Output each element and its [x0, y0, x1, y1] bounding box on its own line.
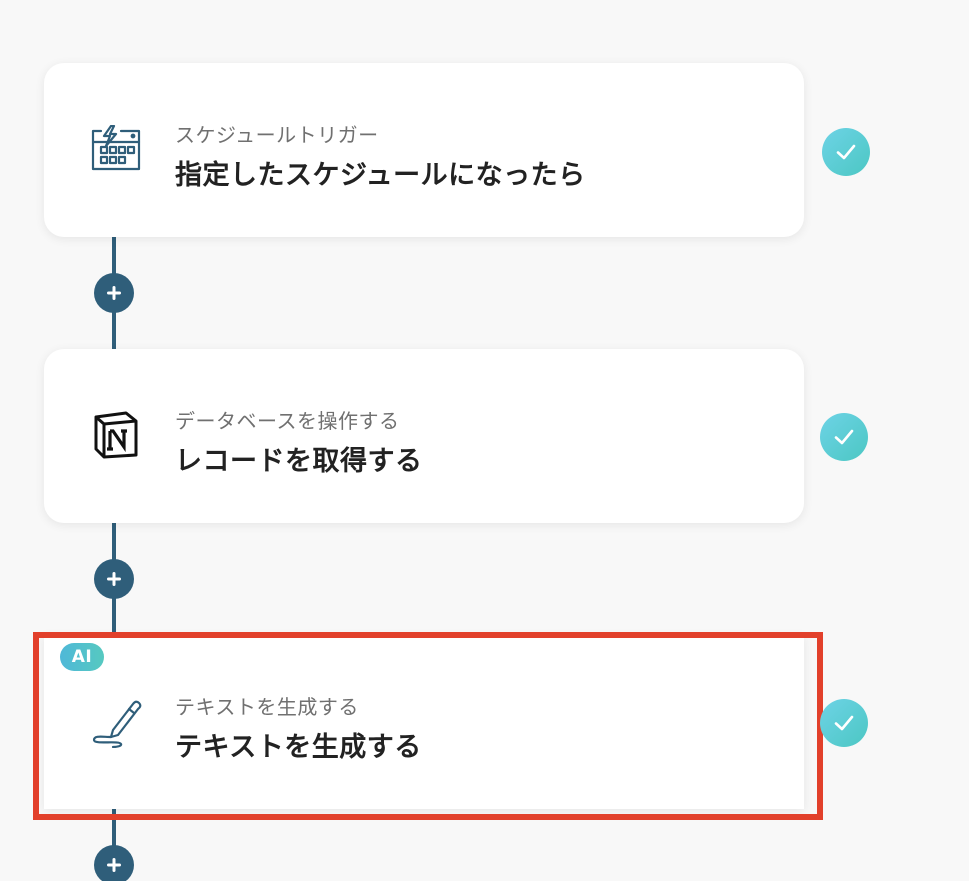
- plus-icon: [107, 572, 121, 586]
- checkmark-icon: [834, 715, 854, 731]
- checkmark-icon: [834, 429, 854, 445]
- ai-badge: AI: [60, 643, 104, 671]
- flow-step-card[interactable]: データベースを操作する レコードを取得する: [44, 349, 804, 523]
- step-title: テキストを生成する: [175, 732, 422, 763]
- pen-icon: [88, 693, 144, 749]
- step-status-badge: [820, 699, 868, 747]
- plus-icon: [107, 286, 121, 300]
- step-app-label: スケジュールトリガー: [175, 123, 379, 147]
- flow-step-card[interactable]: AI テキストを生成する テキストを生成する: [44, 635, 804, 809]
- schedule-calendar-icon: [88, 121, 144, 177]
- add-step-button[interactable]: [94, 273, 134, 313]
- flow-step-card[interactable]: スケジュールトリガー 指定したスケジュールになったら: [44, 63, 804, 237]
- flow-canvas: スケジュールトリガー 指定したスケジュールになったら データベースを操作する レ…: [0, 0, 969, 881]
- step-app-label: データベースを操作する: [175, 409, 400, 433]
- step-app-label: テキストを生成する: [175, 695, 359, 719]
- notion-icon: [88, 407, 144, 463]
- step-status-badge: [822, 128, 870, 176]
- step-title: レコードを取得する: [175, 446, 423, 477]
- plus-icon: [107, 858, 121, 872]
- step-status-badge: [820, 413, 868, 461]
- add-step-button[interactable]: [94, 845, 134, 881]
- step-title: 指定したスケジュールになったら: [175, 160, 586, 191]
- add-step-button[interactable]: [94, 559, 134, 599]
- checkmark-icon: [836, 144, 856, 160]
